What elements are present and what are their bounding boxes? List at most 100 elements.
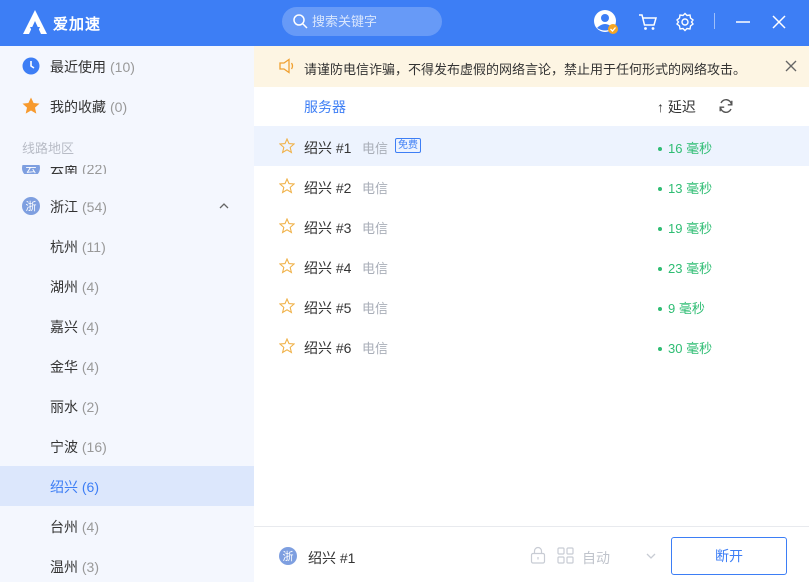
sidebar-item-count: (4) [81,319,100,335]
server-isp: 电信 [362,301,389,316]
disconnect-button[interactable]: 断开 [671,537,787,575]
sidebar-item-label: 台州 [50,519,78,535]
server-row[interactable]: 绍兴 #6 电信 30 毫秒 [254,326,809,366]
favorite-star-icon[interactable] [279,138,295,154]
server-row[interactable]: 绍兴 #2 电信 13 毫秒 [254,166,809,206]
sidebar-item-label: 嘉兴 [50,319,78,335]
server-latency: 19 毫秒 [658,218,712,237]
lock-icon[interactable] [530,546,546,564]
sidebar-item-recent[interactable]: 最近使用 (10) [0,46,254,86]
settings-button[interactable] [671,8,699,36]
app-name: 爱加速 [53,16,102,33]
column-header-server[interactable]: 服务器 [304,97,346,117]
server-latency: 9 毫秒 [658,298,705,317]
server-latency: 30 毫秒 [658,338,712,357]
sidebar-item-count: (4) [81,519,100,535]
province-icon: 云 [22,165,40,174]
server-name: 绍兴 #2 [304,180,352,196]
close-notice-icon[interactable] [784,59,798,73]
refresh-icon[interactable] [718,98,734,114]
free-badge: 免费 [395,138,421,153]
server-row[interactable]: 绍兴 #1 电信 免费 16 毫秒 [254,126,809,166]
sidebar: 最近使用 (10) 我的收藏 (0) 线路地区 云 云南 (22) 浙 浙江 (54) … [0,46,254,582]
mode-select-value[interactable]: 自动 [582,548,610,568]
sidebar-item-count: (11) [81,239,106,255]
column-header-latency[interactable]: ↑ 延迟 [657,97,696,117]
sidebar-item-count: (3) [81,559,100,575]
sidebar-item-city[interactable]: 宁波 (16) [0,426,254,466]
chevron-up-icon[interactable] [218,200,230,212]
server-row[interactable]: 绍兴 #5 电信 9 毫秒 [254,286,809,326]
server-name: 绍兴 #3 [304,220,352,236]
minimize-button[interactable] [729,8,757,36]
cart-icon [639,14,657,30]
chevron-down-icon[interactable] [645,551,657,561]
star-icon [22,97,40,114]
favorite-star-icon[interactable] [279,338,295,354]
sidebar-item-city[interactable]: 温州 (3) [0,546,254,582]
province-icon: 浙 [279,547,297,565]
sidebar-item-city[interactable]: 湖州 (4) [0,266,254,306]
mode-grid-icon[interactable] [557,547,574,564]
server-name: 绍兴 #5 [304,300,352,316]
app-logo-icon [23,10,47,34]
province-icon: 浙 [22,197,40,215]
search-input[interactable] [312,11,434,32]
server-name: 绍兴 #6 [304,340,352,356]
sidebar-item-count: (16) [81,439,107,455]
sidebar-item-count: (4) [81,279,100,295]
close-icon [772,15,786,29]
server-latency: 23 毫秒 [658,258,712,277]
sidebar-item-city[interactable]: 丽水 (2) [0,386,254,426]
server-row[interactable]: 绍兴 #3 电信 19 毫秒 [254,206,809,246]
sidebar-item-city[interactable]: 杭州 (11) [0,226,254,266]
sidebar-item-label: 杭州 [50,239,78,255]
favorite-star-icon[interactable] [279,258,295,274]
sidebar-item-city[interactable]: 嘉兴 (4) [0,306,254,346]
server-latency: 13 毫秒 [658,178,712,197]
sidebar-item-favorites[interactable]: 我的收藏 (0) [0,86,254,126]
server-row[interactable]: 绍兴 #4 电信 23 毫秒 [254,246,809,286]
titlebar-divider [714,13,715,29]
server-isp: 电信 [362,341,389,356]
server-isp: 电信 [362,181,389,196]
server-latency: 16 毫秒 [658,138,712,157]
sidebar-item-label: 云南 [50,161,78,174]
server-name: 绍兴 #4 [304,260,352,276]
server-isp: 电信 [362,261,389,276]
sidebar-item-label: 温州 [50,559,78,575]
sidebar-item-city[interactable]: 金华 (4) [0,346,254,386]
cart-button[interactable] [634,8,662,36]
close-window-button[interactable] [765,8,793,36]
connection-footer: 浙 绍兴 #1 自动 断开 [254,526,809,582]
sidebar-item-city-selected[interactable]: 绍兴 (6) [0,466,254,506]
sidebar-item-count: (22) [82,161,107,174]
sidebar-item-count: (2) [81,399,100,415]
favorite-star-icon[interactable] [279,298,295,314]
favorite-star-icon[interactable] [279,218,295,234]
sidebar-item-label: 金华 [50,359,78,375]
speaker-icon [279,58,294,74]
sidebar-item-label: 浙江 [50,199,78,215]
sidebar-item-label: 我的收藏 [50,99,106,115]
sidebar-item-count: (4) [81,359,100,375]
sidebar-item-city[interactable]: 台州 (4) [0,506,254,546]
notice-text: 请谨防电信诈骗，不得发布虚假的网络言论，禁止用于任何形式的网络攻击。 [304,62,747,77]
favorite-star-icon[interactable] [279,178,295,194]
current-server-name: 绍兴 #1 [308,550,356,566]
minimize-icon [736,21,750,23]
user-avatar-icon [594,10,618,34]
sidebar-item-count: (6) [81,479,100,495]
sidebar-item-province-zhejiang[interactable]: 浙 浙江 (54) [0,186,254,226]
sidebar-item-count: (0) [110,99,128,115]
notice-bar: 请谨防电信诈骗，不得发布虚假的网络言论，禁止用于任何形式的网络攻击。 [254,46,809,87]
server-isp: 电信 [362,221,389,236]
clock-icon [22,57,40,75]
sidebar-item-label: 丽水 [50,399,78,415]
user-avatar-button[interactable] [592,8,620,36]
sidebar-item-count: (54) [82,199,107,215]
search-box[interactable] [282,7,442,36]
search-icon [293,14,308,29]
sidebar-item-label: 宁波 [50,439,78,455]
sidebar-item-label: 绍兴 [50,479,78,495]
